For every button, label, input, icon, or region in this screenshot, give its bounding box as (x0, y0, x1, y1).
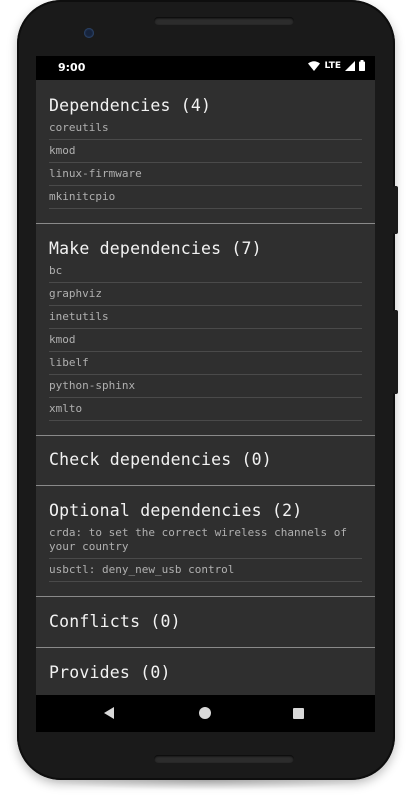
section-4: Conflicts (0) (36, 597, 375, 648)
screen: 9:00 LTE Dependencies (4) coreutils kmod li… (36, 56, 375, 732)
network-type: LTE (324, 60, 341, 71)
list-item[interactable]: python-sphinx (49, 375, 362, 398)
section-items: crda: to set the correct wireless channe… (49, 522, 362, 590)
section-title: Dependencies (4) (49, 96, 212, 115)
section-5: Provides (0) (36, 648, 375, 695)
power-button (393, 186, 398, 234)
battery-icon (359, 60, 365, 71)
speaker-grille-bottom (154, 755, 294, 763)
signal-icon (345, 60, 355, 71)
section-title: Provides (0) (49, 663, 171, 682)
status-bar: 9:00 LTE (36, 56, 375, 80)
section-title: Conflicts (0) (49, 612, 181, 631)
section-title: Make dependencies (7) (49, 239, 262, 258)
section-0: Dependencies (4) coreutils kmod linux-firmw… (36, 80, 375, 224)
list-item[interactable]: xmlto (49, 398, 362, 421)
dependency-list[interactable]: Dependencies (4) coreutils kmod linux-firmw… (36, 80, 375, 695)
wifi-icon (308, 60, 321, 71)
list-item[interactable]: kmod (49, 140, 362, 163)
status-time: 9:00 (58, 61, 86, 74)
speaker-grille-top (154, 17, 294, 25)
list-item[interactable]: graphviz (49, 283, 362, 306)
front-camera-icon (84, 28, 94, 38)
section-title: Check dependencies (0) (49, 450, 272, 469)
navigation-bar (36, 695, 375, 732)
list-item[interactable]: inetutils (49, 306, 362, 329)
back-icon[interactable] (104, 707, 114, 719)
section-title: Optional dependencies (2) (49, 501, 303, 520)
list-item[interactable]: libelf (49, 352, 362, 375)
section-items: coreutils kmod linux-firmware mkinitcpio (49, 117, 362, 217)
home-icon[interactable] (199, 707, 211, 719)
list-item[interactable]: kmod (49, 329, 362, 352)
list-item[interactable]: usbctl: deny_new_usb control (49, 559, 362, 582)
section-items: bc graphviz inetutils kmod libelf python-sphi… (49, 260, 362, 429)
list-item[interactable]: coreutils (49, 117, 362, 140)
section-1: Make dependencies (7) bc graphviz inetutils… (36, 224, 375, 436)
volume-button (393, 310, 398, 394)
list-item[interactable]: bc (49, 260, 362, 283)
list-item[interactable]: crda: to set the correct wireless channe… (49, 522, 362, 559)
list-item[interactable]: mkinitcpio (49, 186, 362, 209)
status-icons: LTE (308, 60, 365, 71)
recents-icon[interactable] (293, 708, 304, 719)
section-2: Check dependencies (0) (36, 436, 375, 486)
section-3: Optional dependencies (2) crda: to set th… (36, 486, 375, 597)
list-item[interactable]: linux-firmware (49, 163, 362, 186)
